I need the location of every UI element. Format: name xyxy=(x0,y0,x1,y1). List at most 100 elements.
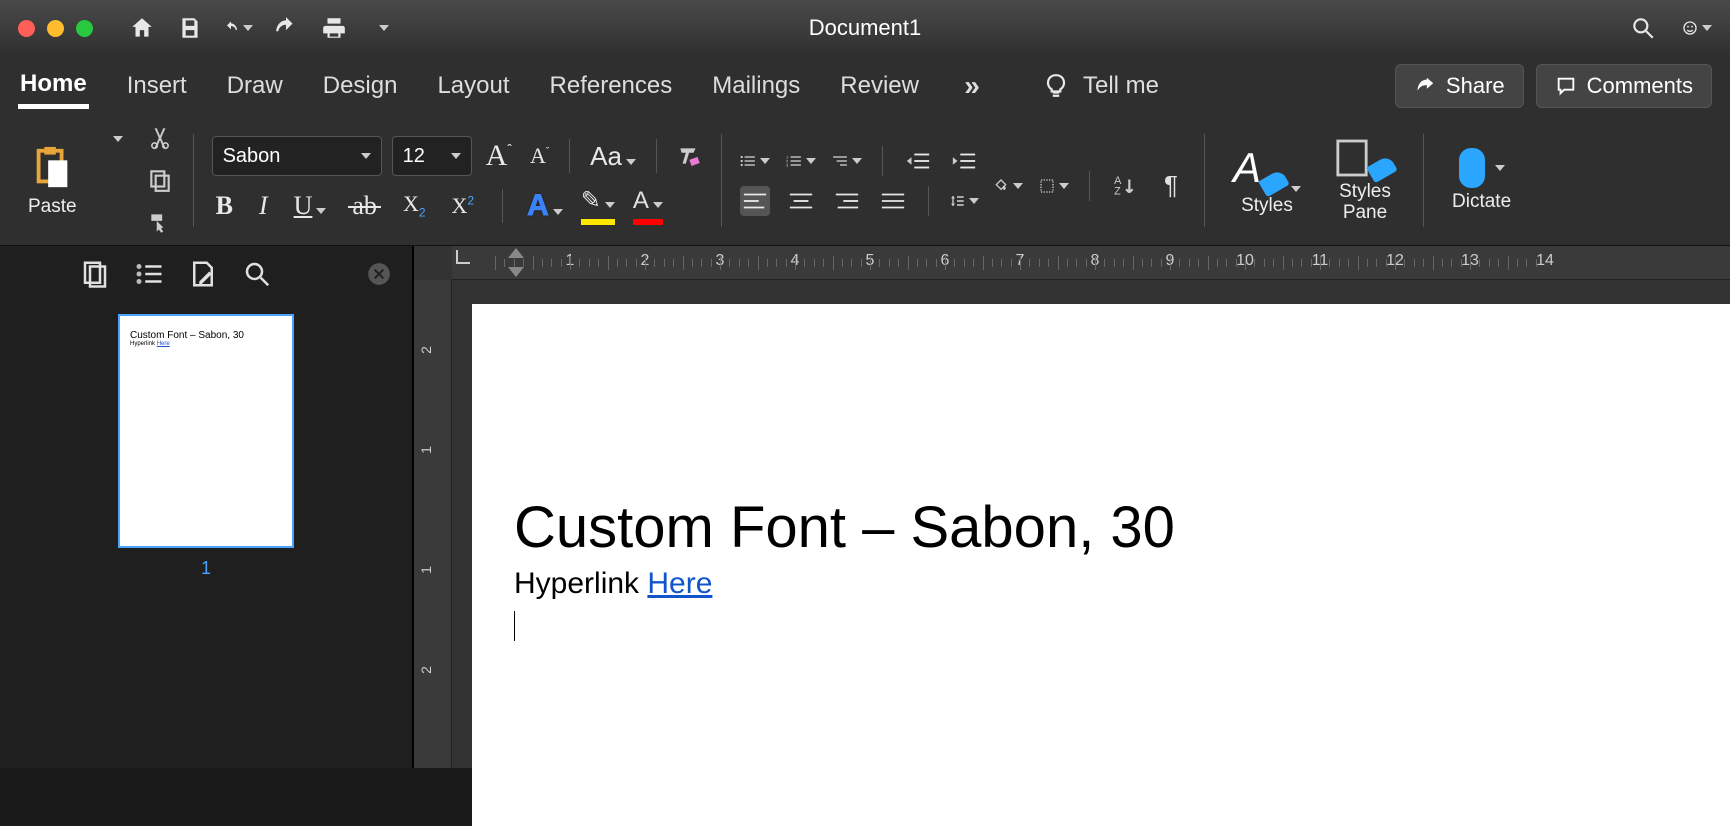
ruler-number: 14 xyxy=(1536,252,1554,270)
ruler-number: 1 xyxy=(418,446,434,454)
borders-button[interactable] xyxy=(1039,171,1069,201)
redo-icon[interactable] xyxy=(271,13,301,43)
svg-text:3: 3 xyxy=(786,162,789,167)
left-indent-marker[interactable] xyxy=(508,248,524,258)
align-center-button[interactable] xyxy=(786,186,816,216)
svg-text:Z: Z xyxy=(1114,185,1121,197)
emoji-icon[interactable] xyxy=(1682,13,1712,43)
font-name-select[interactable]: Sabon xyxy=(212,136,382,176)
document-title: Document1 xyxy=(809,15,922,41)
change-case-button[interactable]: Aa xyxy=(586,141,640,172)
content-area: Custom Font – Sabon, 30 Hyperlink Here 1… xyxy=(0,246,1730,768)
titlebar: Document1 xyxy=(0,0,1730,56)
document-line[interactable]: Hyperlink Here xyxy=(514,567,1730,601)
subscript-button[interactable]: X2 xyxy=(399,191,430,219)
superscript-button[interactable]: X2 xyxy=(448,193,479,219)
ribbon: Paste Sabon 12 Aˆ Aˇ Aa B I U ab X2 X2 A xyxy=(0,116,1730,246)
italic-button[interactable]: I xyxy=(255,191,272,221)
review-tab-icon[interactable] xyxy=(188,259,218,289)
tab-review[interactable]: Review xyxy=(838,66,921,106)
clear-formatting-icon[interactable] xyxy=(673,141,703,171)
cut-icon[interactable] xyxy=(145,124,175,152)
line-spacing-button[interactable] xyxy=(949,186,979,216)
undo-icon[interactable] xyxy=(223,13,253,43)
tab-mailings[interactable]: Mailings xyxy=(710,66,802,106)
brush-icon xyxy=(1258,169,1290,198)
align-left-button[interactable] xyxy=(740,186,770,216)
copy-icon[interactable] xyxy=(145,166,175,194)
styles-pane-button[interactable]: StylesPane xyxy=(1325,124,1405,237)
decrease-indent-button[interactable] xyxy=(903,146,933,176)
ruler-number: 2 xyxy=(418,346,434,354)
tab-insert[interactable]: Insert xyxy=(125,66,189,106)
ruler-number: 1 xyxy=(418,566,434,574)
text-cursor xyxy=(514,611,515,641)
qat-customize-icon[interactable] xyxy=(367,13,397,43)
underline-button[interactable]: U xyxy=(290,191,331,221)
find-tab-icon[interactable] xyxy=(242,259,272,289)
microphone-icon xyxy=(1459,148,1485,188)
home-icon[interactable] xyxy=(127,13,157,43)
numbering-button[interactable]: 123 xyxy=(786,146,816,176)
thumbnails-tab-icon[interactable] xyxy=(80,259,110,289)
vertical-ruler[interactable]: 2 1 1 2 xyxy=(414,280,452,768)
ribbon-tabs: Home Insert Draw Design Layout Reference… xyxy=(0,56,1730,116)
dictate-button[interactable]: Dictate xyxy=(1442,124,1521,237)
close-pane-icon[interactable] xyxy=(366,261,392,287)
tabs-overflow-icon[interactable]: » xyxy=(957,71,987,101)
strikethrough-button[interactable]: ab xyxy=(348,191,381,221)
paste-menu-caret[interactable] xyxy=(101,124,131,154)
bullets-button[interactable] xyxy=(740,146,770,176)
clipboard-icon xyxy=(29,143,75,193)
shrink-font-button[interactable]: Aˇ xyxy=(526,143,553,169)
bold-button[interactable]: B xyxy=(212,191,237,221)
horizontal-ruler[interactable]: 1234567891011121314 xyxy=(452,246,1730,280)
font-size-select[interactable]: 12 xyxy=(392,136,472,176)
lightbulb-icon xyxy=(1043,73,1069,99)
page[interactable]: Custom Font – Sabon, 30 Hyperlink Here xyxy=(472,304,1730,826)
page-number-label: 1 xyxy=(201,558,211,579)
highlight-button[interactable]: ✎ xyxy=(581,186,615,225)
shading-button[interactable] xyxy=(993,171,1023,201)
document-canvas: 1234567891011121314 2 1 1 2 Custom Font – S… xyxy=(414,246,1730,768)
tab-draw[interactable]: Draw xyxy=(225,66,285,106)
tab-references[interactable]: References xyxy=(548,66,675,106)
paste-button[interactable]: Paste xyxy=(18,124,87,237)
text-effects-button[interactable]: A xyxy=(527,189,563,223)
save-icon[interactable] xyxy=(175,13,205,43)
format-painter-icon[interactable] xyxy=(145,209,175,237)
page-thumbnail[interactable]: Custom Font – Sabon, 30 Hyperlink Here xyxy=(118,314,294,548)
maximize-window-button[interactable] xyxy=(76,20,93,37)
hanging-indent-marker[interactable] xyxy=(508,267,524,277)
show-marks-button[interactable]: ¶ xyxy=(1156,171,1186,201)
align-right-button[interactable] xyxy=(832,186,862,216)
share-icon xyxy=(1414,75,1436,97)
document-heading[interactable]: Custom Font – Sabon, 30 xyxy=(514,494,1730,561)
quick-access-toolbar xyxy=(127,13,397,43)
share-button[interactable]: Share xyxy=(1395,64,1524,108)
tab-home[interactable]: Home xyxy=(18,64,89,109)
align-justify-button[interactable] xyxy=(878,186,908,216)
comments-button[interactable]: Comments xyxy=(1536,64,1712,108)
headings-tab-icon[interactable] xyxy=(134,259,164,289)
minimize-window-button[interactable] xyxy=(47,20,64,37)
sort-button[interactable]: AZ xyxy=(1110,171,1140,201)
styles-button[interactable]: A Styles xyxy=(1223,124,1311,237)
tab-stop-icon[interactable] xyxy=(456,250,470,264)
tab-design[interactable]: Design xyxy=(321,66,400,106)
font-color-button[interactable]: A xyxy=(633,187,663,225)
navigation-pane: Custom Font – Sabon, 30 Hyperlink Here 1 xyxy=(0,246,414,768)
window-controls xyxy=(18,20,93,37)
tell-me[interactable]: Tell me xyxy=(1043,72,1159,100)
grow-font-button[interactable]: Aˆ xyxy=(482,139,516,173)
multilevel-list-button[interactable] xyxy=(832,146,862,176)
search-icon[interactable] xyxy=(1628,13,1658,43)
ruler-number: 2 xyxy=(418,666,434,674)
increase-indent-button[interactable] xyxy=(949,146,979,176)
comment-icon xyxy=(1555,75,1577,97)
pane-icon xyxy=(1335,138,1369,178)
hyperlink[interactable]: Here xyxy=(647,567,712,600)
tab-layout[interactable]: Layout xyxy=(435,66,511,106)
close-window-button[interactable] xyxy=(18,20,35,37)
print-icon[interactable] xyxy=(319,13,349,43)
